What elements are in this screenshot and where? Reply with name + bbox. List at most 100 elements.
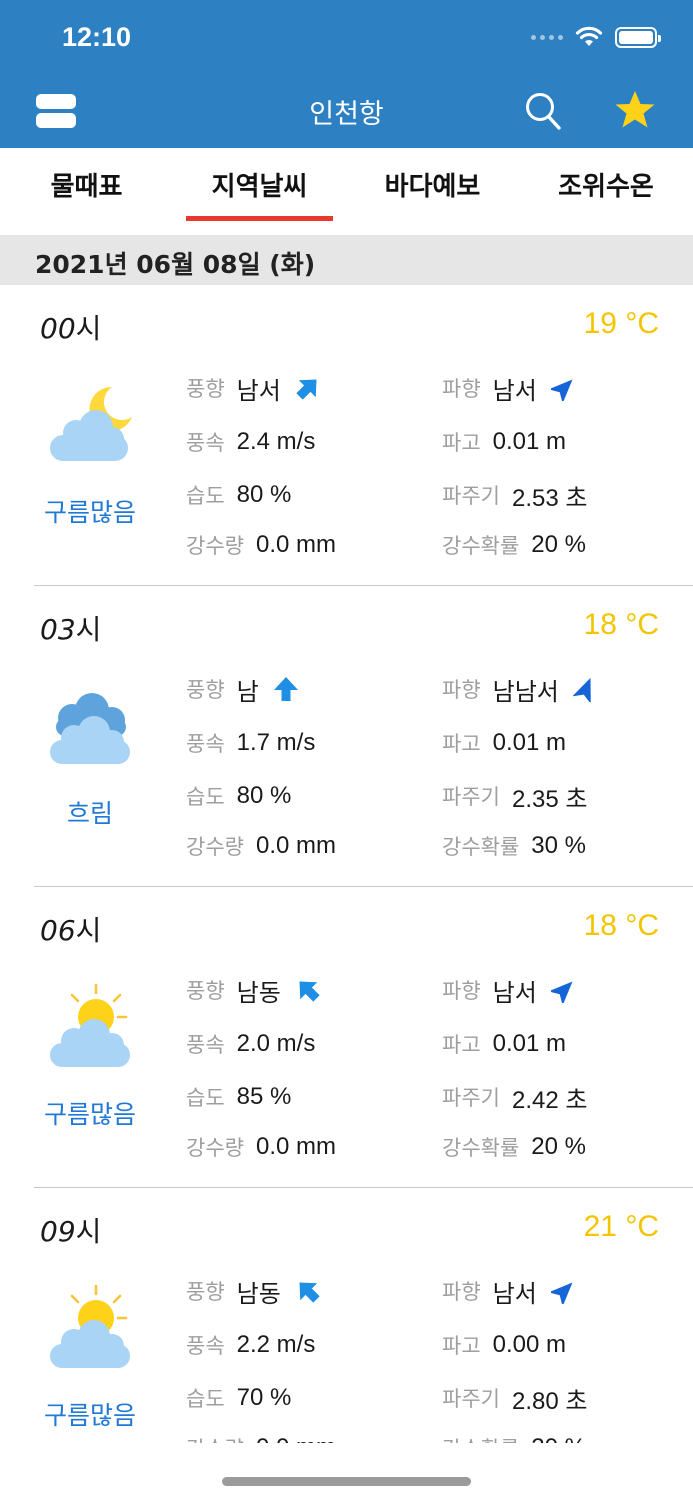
precipitation-value: 0.0 mm xyxy=(255,1133,336,1160)
wind-direction-value: 남서 xyxy=(236,376,281,405)
wave-period-row: 파주기 2.53 초 xyxy=(442,478,587,512)
wave-period-label: 파주기 xyxy=(442,1387,500,1411)
humidity-label: 습도 xyxy=(186,1387,225,1411)
overcast-cloud-icon xyxy=(46,682,136,772)
wave-period-row: 파주기 2.42 초 xyxy=(442,1080,587,1114)
wave-height-value: 0.01 m xyxy=(492,729,567,756)
weather-condition: 구름많음 xyxy=(43,498,136,527)
wind-direction-arrow-icon xyxy=(273,677,298,701)
wave-direction-value: 남남서 xyxy=(492,677,559,706)
wave-period-value: 2.80 초 xyxy=(511,1387,588,1415)
wave-direction-label: 파향 xyxy=(442,377,481,401)
wave-period-value: 2.42 초 xyxy=(511,1086,588,1114)
precip-probability-value: 20 % xyxy=(531,1133,586,1160)
weather-condition: 흐림 xyxy=(66,799,113,828)
wave-direction-value: 남서 xyxy=(492,1279,537,1308)
wave-direction-label: 파향 xyxy=(442,678,481,702)
humidity-label: 습도 xyxy=(186,1086,225,1110)
precipitation-value: 0.0 mm xyxy=(256,1434,336,1443)
home-indicator xyxy=(222,1477,471,1486)
precip-probability-row: 강수확률 20 % xyxy=(442,1130,586,1164)
wave-direction-row: 파향 남서 xyxy=(442,1274,577,1308)
precipitation-row: 강수량 0.0 mm xyxy=(186,528,336,562)
precipitation-label: 강수량 xyxy=(186,1433,244,1443)
precip-probability-row: 강수확률 20 % xyxy=(442,528,586,562)
cellular-signal-icon xyxy=(531,34,563,40)
temperature: 21 °C xyxy=(583,1210,659,1243)
wind-speed-row: 풍속 1.7 m/s xyxy=(186,726,315,760)
precip-probability-label: 강수확률 xyxy=(442,1136,520,1160)
precipitation-row: 강수량 0.0 mm xyxy=(186,1431,336,1443)
wave-direction-arrow-icon xyxy=(550,981,573,1003)
status-time: 12:10 xyxy=(62,22,132,52)
cloud-sun-icon xyxy=(46,983,136,1073)
wave-height-label: 파고 xyxy=(442,431,481,455)
precip-probability-value: 20 % xyxy=(531,1434,586,1443)
humidity-row: 습도 80 % xyxy=(186,779,291,813)
wind-direction-arrow-icon xyxy=(299,981,320,1002)
temperature: 18 °C xyxy=(583,608,659,641)
wind-direction-row: 풍향 남동 xyxy=(186,1274,321,1308)
temperature: 19 °C xyxy=(583,307,659,340)
tab-tide-table[interactable]: 물때표 xyxy=(0,148,173,235)
wave-direction-arrow-icon xyxy=(572,677,591,702)
wind-speed-row: 풍속 2.2 m/s xyxy=(186,1328,315,1362)
page-title: 인천항 xyxy=(309,99,384,130)
wave-direction-value: 남서 xyxy=(492,376,537,405)
wind-direction-label: 풍향 xyxy=(186,678,225,702)
humidity-label: 습도 xyxy=(186,484,225,508)
wave-period-row: 파주기 2.80 초 xyxy=(442,1381,587,1415)
tab-sea-forecast[interactable]: 바다예보 xyxy=(346,148,519,235)
forecast-entry[interactable]: 03시 18 °C 흐림 풍향 남 풍속 1.7 m/s 습도 80 % 강수량… xyxy=(0,586,693,887)
wind-direction-value: 남동 xyxy=(236,1279,281,1308)
wave-height-value: 0.00 m xyxy=(492,1331,567,1358)
precipitation-label: 강수량 xyxy=(186,534,244,558)
wave-direction-label: 파향 xyxy=(442,1280,481,1304)
humidity-label: 습도 xyxy=(186,785,225,809)
wave-direction-value: 남서 xyxy=(492,978,537,1007)
wind-speed-label: 풍속 xyxy=(186,1334,225,1358)
precipitation-row: 강수량 0.0 mm xyxy=(186,829,336,863)
wave-direction-label: 파향 xyxy=(442,979,481,1003)
wind-direction-row: 풍향 남동 xyxy=(186,973,321,1007)
precip-probability-value: 20 % xyxy=(531,531,586,558)
wave-direction-row: 파향 남서 xyxy=(442,973,577,1007)
tab-tide-water-temp[interactable]: 조위수온 xyxy=(519,148,693,235)
wind-direction-label: 풍향 xyxy=(186,377,225,401)
precip-probability-row: 강수확률 30 % xyxy=(442,829,586,863)
favorite-star-icon[interactable] xyxy=(614,89,656,131)
wave-period-row: 파주기 2.35 초 xyxy=(442,779,587,813)
wave-height-label: 파고 xyxy=(442,732,481,756)
wave-height-row: 파고 0.01 m xyxy=(442,425,566,459)
battery-icon xyxy=(615,26,661,48)
precipitation-row: 강수량 0.0 mm xyxy=(186,1130,336,1164)
precipitation-label: 강수량 xyxy=(186,835,244,859)
wave-period-value: 2.35 초 xyxy=(511,785,588,813)
humidity-value: 80 % xyxy=(236,782,292,809)
humidity-row: 습도 80 % xyxy=(186,478,291,512)
forecast-list[interactable]: 00시 19 °C 구름많음 풍향 남서 풍속 2.4 m/s 습도 80 % … xyxy=(0,285,693,1443)
wind-speed-row: 풍속 2.0 m/s xyxy=(186,1027,315,1061)
tab-bar: 물때표 지역날씨 바다예보 조위수온 xyxy=(0,148,693,235)
precipitation-value: 0.0 mm xyxy=(255,531,336,558)
wind-direction-row: 풍향 남 xyxy=(186,672,299,706)
search-icon[interactable] xyxy=(524,91,562,131)
precip-probability-row: 강수확률 20 % xyxy=(442,1431,586,1443)
wave-height-row: 파고 0.01 m xyxy=(442,726,566,760)
cloud-moon-icon xyxy=(46,381,136,471)
wave-height-row: 파고 0.00 m xyxy=(442,1328,566,1362)
forecast-entry[interactable]: 06시 18 °C 구름많음 풍향 남동 풍속 2.0 m/s 습도 85 % … xyxy=(0,887,693,1188)
wifi-icon xyxy=(575,26,603,46)
precip-probability-value: 30 % xyxy=(531,832,586,859)
wind-speed-value: 2.0 m/s xyxy=(236,1030,316,1057)
wave-period-label: 파주기 xyxy=(442,484,500,508)
wave-direction-row: 파향 남서 xyxy=(442,371,577,405)
forecast-entry[interactable]: 09시 21 °C 구름많음 풍향 남동 풍속 2.2 m/s 습도 70 % … xyxy=(0,1188,693,1443)
wind-speed-value: 1.7 m/s xyxy=(236,729,316,756)
forecast-entry[interactable]: 00시 19 °C 구름많음 풍향 남서 풍속 2.4 m/s 습도 80 % … xyxy=(0,285,693,586)
humidity-value: 80 % xyxy=(236,481,292,508)
wind-speed-value: 2.2 m/s xyxy=(236,1331,316,1358)
wave-period-value: 2.53 초 xyxy=(511,484,588,512)
tab-local-weather[interactable]: 지역날씨 xyxy=(173,148,346,235)
precipitation-label: 강수량 xyxy=(186,1136,244,1160)
